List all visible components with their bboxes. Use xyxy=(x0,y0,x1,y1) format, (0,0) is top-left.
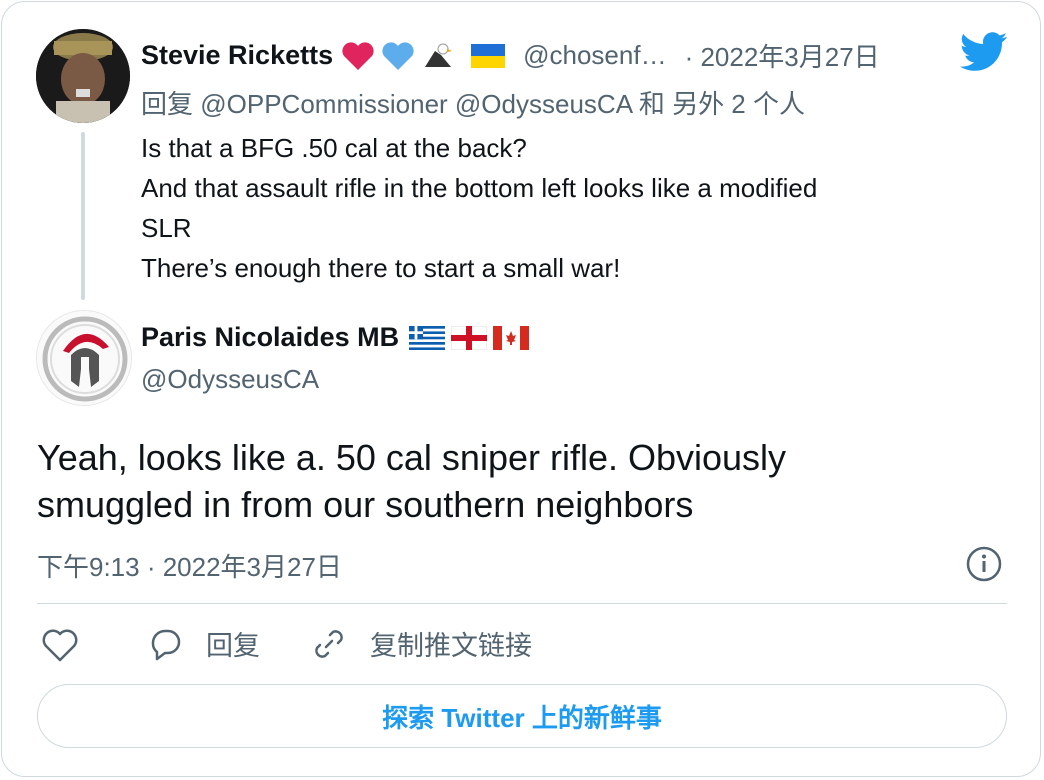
avatar-paris[interactable] xyxy=(36,310,132,406)
tweet-header: Paris Nicolaides MB xyxy=(141,322,530,353)
like-button[interactable] xyxy=(40,626,84,666)
avatar-stevie[interactable] xyxy=(36,29,130,123)
tweet-timestamp[interactable]: 下午9:13 · 2022年3月27日 xyxy=(37,547,342,584)
link-icon xyxy=(315,629,343,658)
quoted-date[interactable]: · 2022年3月27日 xyxy=(685,37,880,74)
copy-link-label[interactable]: 复制推文链接 xyxy=(370,624,532,663)
reply-context: 回复 @OPPCommissioner @OdysseusCA 和 另外 2 个… xyxy=(141,84,805,121)
quoted-header: Stevie Ricketts @chosenf… · 2022年3月27日 xyxy=(141,37,880,74)
reply-button[interactable]: 回复 xyxy=(146,624,260,663)
reply-mentions[interactable]: @OPPCommissioner @OdysseusCA xyxy=(200,89,631,119)
info-icon[interactable] xyxy=(965,545,1003,588)
reply-label[interactable]: 回复 xyxy=(206,624,260,663)
tweet-embed-card: Stevie Ricketts @chosenf… · 2022年3月27日 回… xyxy=(1,1,1041,777)
quoted-author-name[interactable]: Stevie Ricketts xyxy=(141,40,333,71)
quoted-text-line: There’s enough there to start a small wa… xyxy=(141,253,621,283)
copy-link-button[interactable]: 复制推文链接 xyxy=(310,624,532,663)
tweet-text: Yeah, looks like a. 50 cal sniper rifle.… xyxy=(37,434,1017,528)
greece-flag-icon xyxy=(409,325,446,350)
quoted-text: Is that a BFG .50 cal at the back? And t… xyxy=(141,128,1011,288)
canada-flag-icon xyxy=(493,325,530,350)
tweet-author-name[interactable]: Paris Nicolaides MB xyxy=(141,322,399,353)
quoted-text-line: And that assault rifle in the bottom lef… xyxy=(141,173,818,203)
reply-suffix[interactable]: 和 另外 2 个人 xyxy=(639,89,805,119)
divider xyxy=(37,603,1007,604)
tweet-author-handle[interactable]: @OdysseusCA xyxy=(141,364,319,395)
heart-icon xyxy=(42,629,78,662)
tweet-text-line: Yeah, looks like a. 50 cal sniper rifle.… xyxy=(37,437,787,478)
reply-prefix: 回复 xyxy=(141,89,194,119)
ukraine-flag-icon xyxy=(471,43,506,68)
blue-heart-icon xyxy=(382,41,414,70)
quoted-text-line: Is that a BFG .50 cal at the back? xyxy=(141,133,527,163)
tweet-author-flags xyxy=(409,325,530,350)
quoted-text-line: SLR xyxy=(141,213,192,243)
explore-twitter-label[interactable]: 探索 Twitter 上的新鲜事 xyxy=(382,698,662,735)
tweet-text-line: smuggled in from our southern neighbors xyxy=(37,484,694,525)
quoted-author-emojis xyxy=(341,41,506,71)
speech-bubble-icon xyxy=(151,629,181,660)
england-flag-icon xyxy=(451,325,488,350)
explore-twitter-button[interactable]: 探索 Twitter 上的新鲜事 xyxy=(37,684,1007,748)
red-heart-icon xyxy=(342,41,374,70)
eagle-icon xyxy=(425,43,453,67)
twitter-bird-icon[interactable] xyxy=(959,32,1008,77)
quoted-author-handle[interactable]: @chosenf… xyxy=(523,40,666,71)
thread-connector xyxy=(81,132,85,300)
